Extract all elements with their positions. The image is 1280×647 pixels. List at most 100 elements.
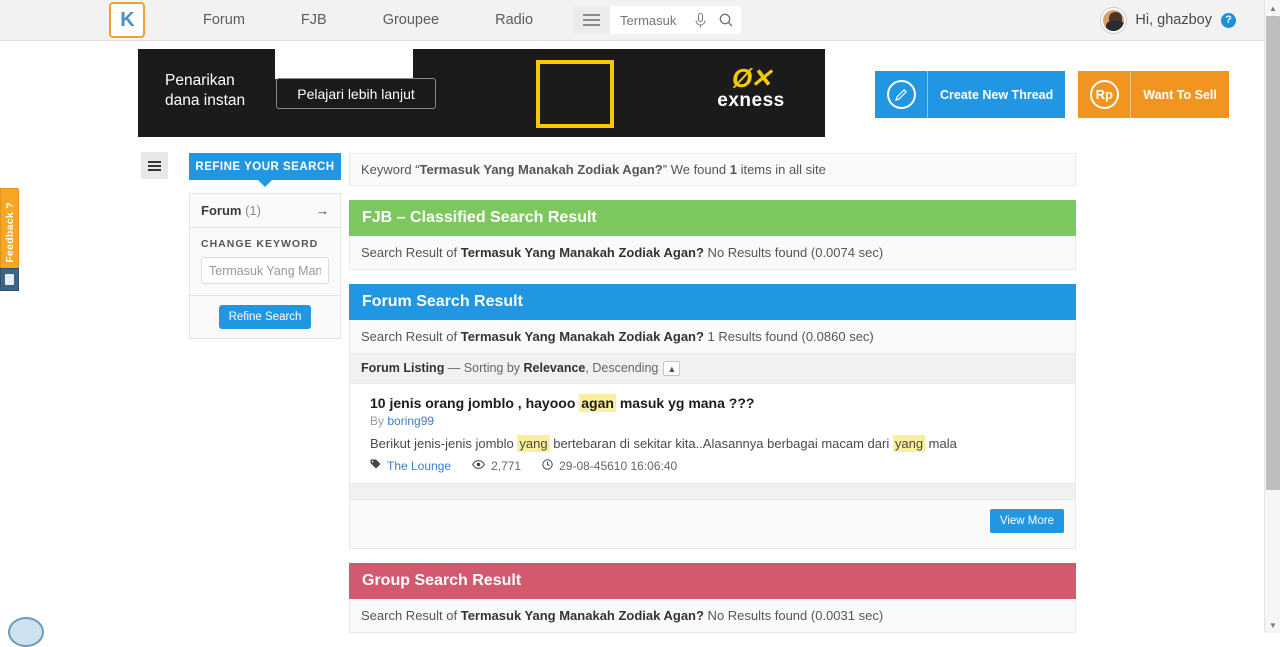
- create-new-thread-button[interactable]: Create New Thread: [875, 71, 1066, 118]
- forum-listing-label: Forum Listing: [361, 361, 445, 375]
- result-title-part-a: 10 jenis orang jomblo , hayooo: [370, 395, 580, 412]
- result-title[interactable]: 10 jenis orang jomblo , hayooo agan masu…: [370, 394, 1055, 413]
- scroll-up-button[interactable]: ▲: [1265, 0, 1280, 16]
- scrollbar-thumb[interactable]: [1266, 16, 1280, 490]
- forum-listing-sort-bar: Forum Listing — Sorting by Relevance, De…: [349, 354, 1076, 385]
- banner-headline: Penarikan dana instan: [165, 71, 245, 111]
- exness-logo-icon: Ø✕: [731, 63, 772, 93]
- banner-headline-line1: Penarikan: [165, 72, 235, 89]
- forum-result-item[interactable]: 10 jenis orang jomblo , hayooo agan masu…: [349, 384, 1076, 485]
- banner-notch: [275, 49, 413, 79]
- result-title-highlight: agan: [579, 394, 616, 413]
- user-menu[interactable]: Hi, ghazboy ?: [1101, 7, 1236, 33]
- banner-learn-more-button[interactable]: Pelajari lebih lanjut: [276, 78, 436, 109]
- avatar[interactable]: [1101, 7, 1127, 33]
- nav-item-radio[interactable]: Radio: [467, 12, 561, 28]
- result-tag-link[interactable]: The Lounge: [387, 459, 451, 473]
- nav-item-fjb[interactable]: FJB: [273, 12, 355, 28]
- view-more-button[interactable]: View More: [989, 509, 1064, 534]
- change-keyword-label: CHANGE KEYWORD: [201, 238, 319, 250]
- result-author-link[interactable]: boring99: [387, 414, 434, 428]
- result-snippet: Berikut jenis-jenis jomblo yang bertebar…: [370, 435, 1055, 453]
- forum-section-body: Search Result of Termasuk Yang Manakah Z…: [349, 320, 1076, 354]
- arrow-right-icon: →: [316, 203, 329, 218]
- search-icon[interactable]: [719, 13, 733, 27]
- fjb-section-body: Search Result of Termasuk Yang Manakah Z…: [349, 236, 1076, 270]
- global-search: [573, 6, 742, 34]
- fjb-prefix: Search Result of: [361, 245, 461, 260]
- snippet-part-a: Berikut jenis-jenis jomblo: [370, 436, 518, 452]
- forum-listing-sep: — Sorting by: [444, 361, 524, 375]
- fjb-term: Termasuk Yang Manakah Zodiak Agan?: [460, 245, 704, 260]
- forum-term: Termasuk Yang Manakah Zodiak Agan?: [460, 329, 704, 344]
- pencil-icon: [875, 71, 928, 118]
- refine-pointer: [258, 180, 272, 187]
- change-keyword-section: CHANGE KEYWORD: [190, 228, 340, 296]
- tag-icon: [370, 459, 381, 473]
- primary-nav: Forum FJB Groupee Radio: [175, 12, 561, 28]
- refine-search-button[interactable]: Refine Search: [218, 305, 312, 329]
- result-author-line: By boring99: [370, 414, 1055, 428]
- page-actions: Create New Thread Rp Want To Sell: [875, 71, 1229, 118]
- feedback-secondary-icon[interactable]: [0, 268, 19, 291]
- site-logo[interactable]: K: [109, 2, 145, 38]
- facet-count: (1): [245, 203, 261, 218]
- search-results-column: Keyword “ Termasuk Yang Manakah Zodiak Ag…: [349, 153, 1076, 634]
- page-corner-decoration: [8, 617, 44, 647]
- change-keyword-input[interactable]: [201, 257, 329, 284]
- fjb-section-header: FJB – Classified Search Result: [349, 200, 1076, 236]
- refine-footer: Refine Search: [190, 296, 340, 338]
- facet-item-forum[interactable]: Forum (1) →: [190, 194, 340, 228]
- forum-listing-sort: Relevance: [523, 361, 586, 375]
- result-timestamp: 29-08-45610 16:06:40: [559, 459, 678, 474]
- top-navigation-bar: K Forum FJB Groupee Radio Hi, ghazboy ?: [0, 0, 1264, 41]
- search-category-menu-button[interactable]: [573, 6, 611, 34]
- help-icon[interactable]: ?: [1221, 12, 1236, 28]
- search-input[interactable]: [618, 11, 683, 29]
- kaskus-k-icon: K: [120, 9, 134, 31]
- forum-section-header: Forum Search Result: [349, 284, 1076, 320]
- forum-status: 1 Results found (0.0860 sec): [703, 329, 874, 344]
- vertical-scrollbar[interactable]: ▲ ▼: [1264, 0, 1280, 633]
- snippet-highlight-2: yang: [892, 435, 926, 453]
- feedback-tab[interactable]: Feedback ?: [0, 188, 19, 276]
- result-title-part-b: masuk yg mana ???: [615, 395, 755, 412]
- hamburger-icon: [148, 159, 161, 173]
- keyword-summary-bar: Keyword “Termasuk Yang Manakah Zodiak Ag…: [349, 153, 1076, 186]
- advertisement-banner[interactable]: Penarikan dana instan Pelajari lebih lan…: [138, 49, 825, 137]
- snippet-part-c: mala: [925, 436, 957, 452]
- group-section-header: Group Search Result: [349, 563, 1076, 600]
- want-to-sell-label: Want To Sell: [1143, 87, 1217, 102]
- keyword-suffix-b: items in all site: [736, 162, 826, 177]
- group-status: No Results found (0.0031 sec): [703, 608, 884, 624]
- refine-search-header[interactable]: REFINE YOUR SEARCH: [189, 153, 341, 180]
- rupiah-icon: Rp: [1078, 71, 1132, 118]
- group-term: Termasuk Yang Manakah Zodiak Agan?: [460, 608, 704, 624]
- by-prefix: By: [370, 414, 388, 429]
- results-divider-strip: [349, 484, 1076, 501]
- search-field-wrap: [610, 6, 742, 34]
- forum-prefix: Search Result of: [361, 329, 461, 344]
- banner-headline-line2: dana instan: [165, 92, 246, 109]
- group-section-body: Search Result of Termasuk Yang Manakah Z…: [349, 599, 1076, 634]
- exness-brand-name: exness: [717, 90, 785, 111]
- user-greeting: Hi, ghazboy: [1135, 12, 1212, 28]
- group-prefix: Search Result of: [361, 608, 461, 624]
- hamburger-icon: [583, 11, 601, 29]
- keyword-prefix: Keyword “: [361, 162, 420, 177]
- sidebar-toggle-button[interactable]: [141, 152, 168, 179]
- nav-item-forum[interactable]: Forum: [175, 12, 273, 28]
- result-views-count: 2,771: [491, 459, 522, 474]
- create-new-thread-label: Create New Thread: [940, 87, 1054, 102]
- clock-icon: [542, 459, 553, 473]
- microphone-icon[interactable]: [695, 12, 706, 28]
- refine-search-panel: Forum (1) → CHANGE KEYWORD Refine Search: [189, 193, 341, 339]
- nav-item-groupee[interactable]: Groupee: [355, 12, 467, 28]
- keyword-count: 1: [729, 162, 737, 177]
- want-to-sell-button[interactable]: Rp Want To Sell: [1078, 71, 1229, 118]
- result-meta: The Lounge 2,771 29-08-45610 16:06:40: [370, 459, 1055, 473]
- facet-name: Forum: [201, 203, 242, 218]
- scroll-down-button[interactable]: ▼: [1265, 617, 1280, 633]
- forum-view-more-bar: View More: [349, 500, 1076, 550]
- chevron-up-icon[interactable]: ▲: [663, 361, 681, 377]
